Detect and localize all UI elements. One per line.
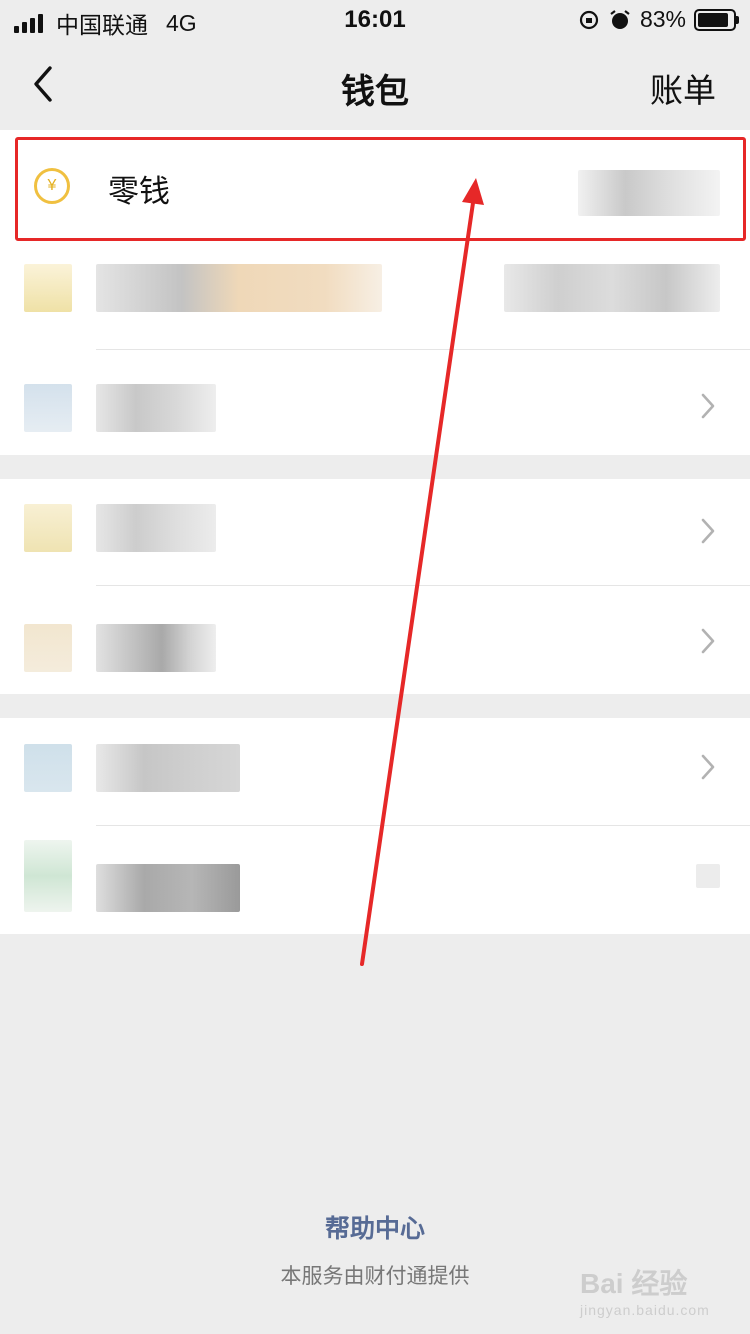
watermark-brand: Bai 经验 [580,1268,688,1299]
baidu-watermark: Bai 经验 jingyan.baidu.com [580,1262,710,1318]
watermark-url: jingyan.baidu.com [580,1302,710,1318]
help-center-link[interactable]: 帮助中心 [0,1209,750,1245]
annotation-arrow [360,178,484,966]
